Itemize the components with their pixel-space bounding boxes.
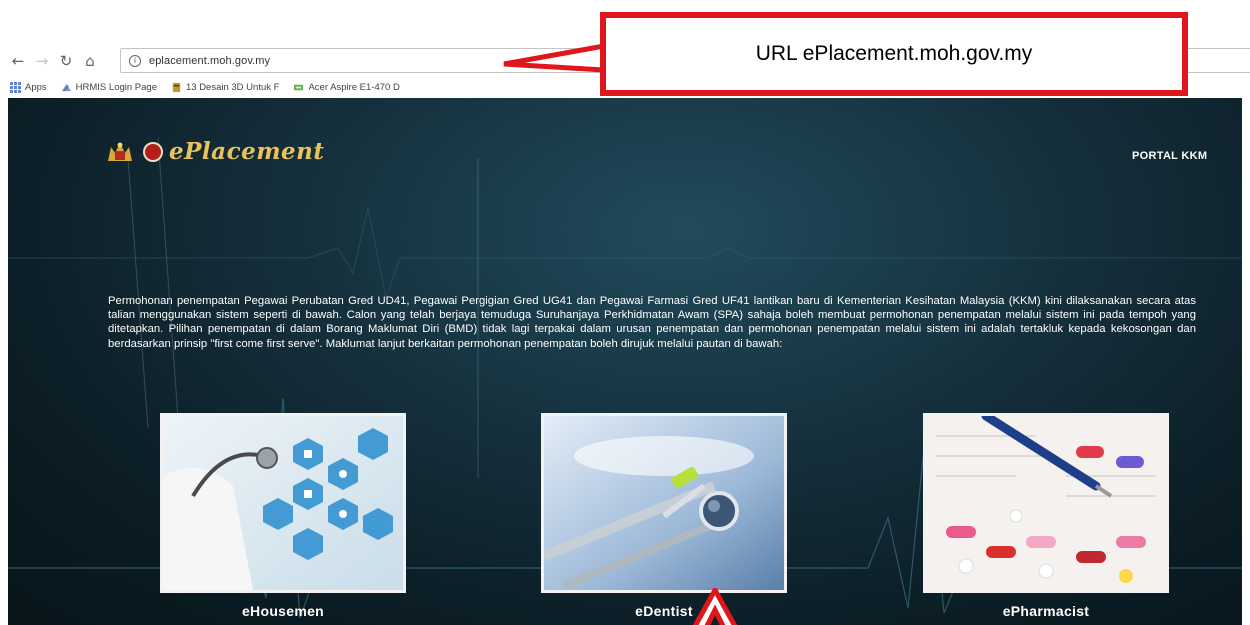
card-title[interactable]: ePharmacist [923,603,1169,619]
back-icon[interactable]: ← [8,51,28,71]
callout-pointer-icon [503,44,605,73]
red-arrow-up-icon [692,588,738,625]
coat-of-arms-icon [108,142,132,161]
url-callout-box: URL ePlacement.moh.gov.my [600,12,1188,96]
site-brand[interactable]: ePlacement [103,138,325,165]
brand-title: ePlacement [169,138,325,165]
bookmark-hrmis[interactable]: HRMIS Login Page [61,82,157,93]
doctor-stethoscope-icon [163,416,403,590]
nav-buttons: ← → ↻ ⌂ [8,48,104,74]
ehousemen-image[interactable] [160,413,406,593]
moh-seal-icon [143,141,163,162]
bookmark-label: HRMIS Login Page [75,81,157,93]
apps-grid-icon [10,81,21,93]
intro-paragraph: Permohonan penempatan Pegawai Perubatan … [108,295,1196,350]
bookmark-label: Apps [25,81,47,93]
info-icon[interactable]: i [129,54,141,67]
callout-text: URL ePlacement.moh.gov.my [755,42,1033,65]
dental-tools-icon [544,416,784,590]
eplacement-page: ePlacement PORTAL KKM Permohonan penempa… [8,98,1242,625]
card-title[interactable]: eDentist [541,603,787,619]
bookmark-label: Acer Aspire E1-470 D [308,81,400,93]
hrmis-favicon-icon [61,83,71,92]
forward-icon[interactable]: → [32,51,52,71]
bookmark-apps[interactable]: Apps [10,81,47,93]
epharmacist-image[interactable] [923,413,1169,593]
card-ehousemen[interactable]: eHousemen [160,413,406,619]
card-epharmacist[interactable]: ePharmacist [923,413,1169,619]
card-edentist[interactable]: eDentist [541,413,787,619]
acer-favicon-icon [294,84,304,90]
edentist-image[interactable] [541,413,787,593]
portal-kkm-link[interactable]: PORTAL KKM [1132,150,1207,162]
url-text[interactable]: eplacement.moh.gov.my [149,55,270,67]
card-title[interactable]: eHousemen [160,603,406,619]
bookmark-desain[interactable]: 13 Desain 3D Untuk F [171,82,279,93]
desain-favicon-icon [172,82,181,92]
bookmark-label: 13 Desain 3D Untuk F [185,81,280,93]
bookmark-acer[interactable]: Acer Aspire E1-470 D [293,81,400,93]
reload-icon[interactable]: ↻ [56,51,76,71]
bookmarks-bar: Apps HRMIS Login Page 13 Desain 3D Untuk… [10,78,414,96]
pills-and-pen-icon [926,416,1166,590]
home-icon[interactable]: ⌂ [80,51,100,71]
